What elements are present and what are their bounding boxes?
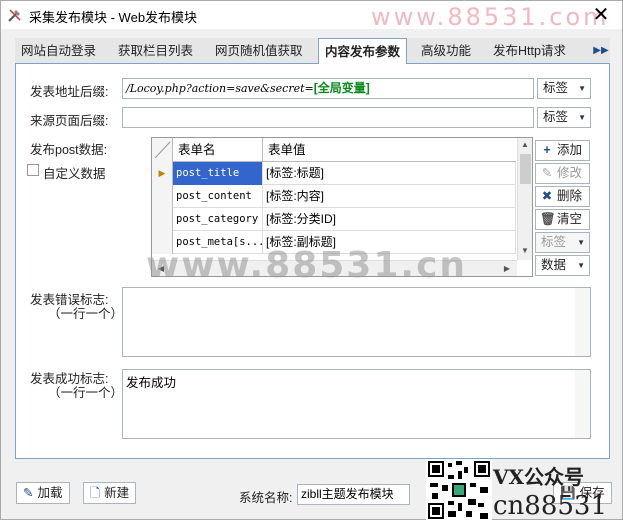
error-flag-hint: （一行一个）	[48, 307, 124, 321]
tab-bar: 网站自动登录 获取栏目列表 网页随机值获取 内容发布参数 高级功能 发布Http…	[15, 38, 610, 65]
edit-doc-icon: ✎	[23, 486, 34, 500]
custom-data-checkbox[interactable]	[27, 164, 39, 176]
title-bar: 采集发布模块 - Web发布模块 www.88531.com ✕	[1, 1, 622, 31]
post-data-label: 发布post数据:	[30, 143, 108, 157]
window-title: 采集发布模块 - Web发布模块	[29, 10, 198, 25]
x-icon: ✖	[541, 189, 553, 203]
new-button[interactable]: 🗋 新建	[83, 482, 137, 504]
cell-form-name[interactable]: post_content	[173, 185, 263, 208]
edit-label: 修改	[557, 166, 583, 180]
textarea-scrollbar[interactable]	[575, 288, 590, 356]
grid-header: 表单名 表单值	[152, 138, 516, 162]
dropdown-label: 标签	[543, 81, 569, 95]
chevron-down-icon: ▼	[577, 238, 585, 247]
tab-auto-login[interactable]: 网站自动登录	[15, 38, 102, 64]
current-row-arrow-icon: ▶	[152, 162, 173, 185]
source-suffix-tag-dropdown[interactable]: 标签 ▼	[537, 107, 591, 128]
dropdown-label: 标签	[543, 110, 569, 124]
cell-form-value[interactable]: [标签:分类ID]	[263, 208, 516, 231]
url-suffix-value: /Locoy.php?action=save&secret=	[126, 82, 314, 95]
tab-http-request[interactable]: 发布Http请求	[487, 38, 572, 64]
scroll-left-icon[interactable]: ◀	[154, 264, 168, 273]
load-label: 加载	[37, 486, 63, 500]
select-all-icon	[154, 141, 171, 159]
add-button[interactable]: + 添加	[535, 140, 590, 161]
delete-label: 删除	[557, 189, 583, 203]
column-header-form-value[interactable]: 表单值	[263, 138, 516, 162]
qr-code-image	[426, 459, 492, 521]
edit-button[interactable]: ✎ 修改	[535, 163, 590, 184]
grid-horizontal-scrollbar[interactable]: ◀ ▶	[152, 260, 517, 276]
success-flag-hint: （一行一个）	[48, 386, 124, 400]
scrollbar-thumb[interactable]	[520, 154, 531, 184]
tools-icon	[8, 9, 21, 22]
cell-form-name[interactable]: post_category	[173, 208, 263, 231]
grid-vertical-scrollbar[interactable]: ▲ ▼	[517, 138, 532, 260]
row-header	[152, 185, 173, 208]
tab-random-value[interactable]: 网页随机值获取	[209, 38, 309, 64]
tab-publish-params[interactable]: 内容发布参数	[318, 38, 408, 65]
grid-corner[interactable]	[152, 138, 173, 162]
close-button[interactable]: ✕	[591, 5, 611, 25]
watermark-vx: VX公众号	[493, 465, 585, 489]
table-row[interactable]: post_content [标签:内容]	[152, 185, 516, 208]
url-suffix-tag: [全局变量]	[313, 81, 370, 95]
tag-dropdown[interactable]: 标签 ▼	[535, 232, 590, 253]
scroll-right-icon[interactable]: ▶	[500, 264, 514, 273]
chevron-down-icon: ▼	[578, 84, 586, 93]
row-header	[152, 208, 173, 231]
watermark-cn: cn88531	[493, 491, 608, 521]
dropdown-label: 标签	[541, 235, 567, 249]
cell-form-value[interactable]: [标签:标题]	[263, 162, 516, 185]
source-suffix-label: 来源页面后缀:	[30, 114, 109, 128]
add-label: 添加	[557, 143, 583, 157]
pencil-icon: ✎	[541, 166, 553, 180]
chevron-down-icon: ▼	[578, 113, 586, 122]
scroll-down-icon[interactable]: ▼	[518, 246, 532, 255]
cell-form-name[interactable]: post_meta[s...	[173, 231, 263, 254]
scroll-up-icon[interactable]: ▲	[518, 140, 532, 149]
table-row[interactable]: ▶ post_title [标签:标题]	[152, 162, 516, 185]
new-doc-icon: 🗋	[90, 486, 101, 500]
tab-advanced[interactable]: 高级功能	[415, 38, 477, 64]
clear-label: 清空	[557, 212, 583, 226]
custom-data-label: 自定义数据	[43, 167, 106, 181]
chevron-down-icon: ▼	[577, 261, 585, 270]
row-header	[152, 231, 173, 254]
system-name-label: 系统名称:	[239, 491, 293, 505]
delete-button[interactable]: ✖ 删除	[535, 186, 590, 207]
url-suffix-tag-dropdown[interactable]: 标签 ▼	[537, 78, 591, 99]
success-flag-value: 发布成功	[126, 376, 177, 390]
data-dropdown[interactable]: 数据 ▼	[535, 255, 590, 276]
tab-scroll-right-icon[interactable]: ▶▶	[593, 38, 609, 64]
tab-column-list[interactable]: 获取栏目列表	[112, 38, 199, 64]
column-header-form-name[interactable]: 表单名	[173, 138, 263, 162]
new-label: 新建	[104, 486, 130, 500]
textarea-scrollbar[interactable]	[575, 370, 590, 438]
load-button[interactable]: ✎ 加载	[16, 482, 70, 504]
table-row[interactable]: post_category [标签:分类ID]	[152, 208, 516, 231]
success-flag-textarea[interactable]: 发布成功	[122, 369, 591, 439]
clear-button[interactable]: 🗑清空	[535, 209, 590, 230]
watermark-top: www.88531.com	[371, 3, 610, 31]
trash-icon: 🗑	[540, 212, 556, 226]
cell-form-name[interactable]: post_title	[173, 162, 263, 185]
cell-form-value[interactable]: [标签:副标题]	[263, 231, 516, 254]
plus-icon: +	[543, 143, 551, 157]
table-row[interactable]: post_meta[s... [标签:副标题]	[152, 231, 516, 254]
dropdown-label: 数据	[541, 258, 567, 272]
post-data-grid: 表单名 表单值 ▶ post_title [标签:标题] post_conten…	[151, 137, 533, 277]
source-suffix-input[interactable]	[122, 107, 534, 128]
url-suffix-label: 发表地址后缀:	[30, 85, 109, 99]
cell-form-value[interactable]: [标签:内容]	[263, 185, 516, 208]
system-name-input[interactable]: zibll主题发布模块	[297, 484, 410, 505]
app-window: 采集发布模块 - Web发布模块 www.88531.com ✕ 网站自动登录 …	[0, 0, 623, 521]
url-suffix-input[interactable]: /Locoy.php?action=save&secret=[全局变量]	[122, 78, 534, 99]
error-flag-textarea[interactable]	[122, 287, 591, 357]
